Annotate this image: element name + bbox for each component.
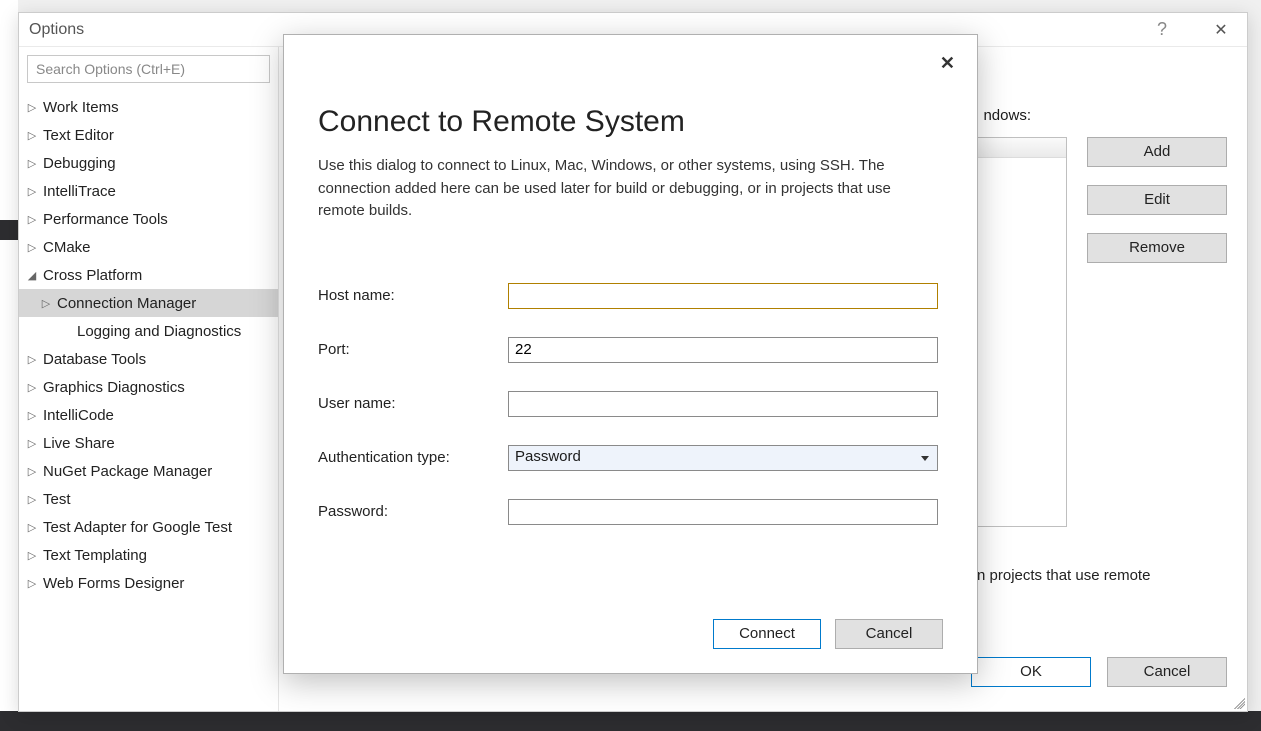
cancel-button[interactable]: Cancel [835, 619, 943, 649]
tree-item-label: Text Templating [43, 547, 147, 564]
connect-button[interactable]: Connect [713, 619, 821, 649]
connect-remote-dialog: ✕ Connect to Remote System Use this dial… [283, 34, 978, 674]
chevron-right-icon[interactable]: ▷ [25, 465, 39, 478]
tree-item-label: Test Adapter for Google Test [43, 519, 232, 536]
tree-item-cmake[interactable]: ▷ CMake [19, 233, 278, 261]
authtype-value: Password [515, 448, 581, 465]
options-left-column: ▷ Work Items ▷ Text Editor ▷ Debugging ▷ Intell… [19, 47, 279, 711]
tree-item-label: NuGet Package Manager [43, 463, 212, 480]
tree-item-label: Test [43, 491, 71, 508]
tree-item-cross-platform[interactable]: ◢ Cross Platform [19, 261, 278, 289]
tree-item-intellitrace[interactable]: ▷ IntelliTrace [19, 177, 278, 205]
authtype-label: Authentication type: [318, 449, 508, 466]
tree-item-label: IntelliTrace [43, 183, 116, 200]
chevron-right-icon[interactable]: ▷ [25, 129, 39, 142]
port-label: Port: [318, 341, 508, 358]
tree-item-performance-tools[interactable]: ▷ Performance Tools [19, 205, 278, 233]
chevron-right-icon[interactable]: ▷ [25, 409, 39, 422]
dialog-description: Use this dialog to connect to Linux, Mac… [318, 155, 928, 223]
close-icon[interactable]: ✕ [1203, 20, 1239, 40]
tree-item-label: Database Tools [43, 351, 146, 368]
tree-item-test-adapter-for-google-test[interactable]: ▷ Test Adapter for Google Test [19, 513, 278, 541]
tree-item-label: Work Items [43, 99, 119, 116]
tree-item-label: Live Share [43, 435, 115, 452]
tree-item-intellicode[interactable]: ▷ IntelliCode [19, 401, 278, 429]
chevron-down-icon[interactable]: ◢ [25, 269, 39, 282]
username-label: User name: [318, 395, 508, 412]
password-label: Password: [318, 503, 508, 520]
tree-item-text-templating[interactable]: ▷ Text Templating [19, 541, 278, 569]
tree-item-label: Logging and Diagnostics [77, 323, 241, 340]
help-icon[interactable]: ? [1151, 19, 1173, 40]
tree-item-nuget-package-manager[interactable]: ▷ NuGet Package Manager [19, 457, 278, 485]
chevron-right-icon[interactable]: ▷ [25, 493, 39, 506]
tree-item-label: Web Forms Designer [43, 575, 184, 592]
chevron-right-icon[interactable]: ▷ [25, 353, 39, 366]
search-input[interactable] [27, 55, 270, 83]
tree-item-label: Graphics Diagnostics [43, 379, 185, 396]
tree-item-logging-and-diagnostics[interactable]: Logging and Diagnostics [19, 317, 278, 345]
dialog-title: Connect to Remote System [318, 105, 943, 139]
resize-grip-icon[interactable] [1231, 695, 1245, 709]
password-input[interactable] [508, 499, 938, 525]
hostname-label: Host name: [318, 287, 508, 304]
chevron-right-icon[interactable]: ▷ [25, 213, 39, 226]
tree-item-label: IntelliCode [43, 407, 114, 424]
connection-list-label: ndows: [983, 107, 1031, 124]
tree-item-label: Cross Platform [43, 267, 142, 284]
chevron-right-icon[interactable]: ▷ [25, 101, 39, 114]
tree-item-label: Debugging [43, 155, 116, 172]
background-statusbar [0, 711, 1261, 731]
chevron-right-icon[interactable]: ▷ [39, 297, 53, 310]
tree-item-graphics-diagnostics[interactable]: ▷ Graphics Diagnostics [19, 373, 278, 401]
chevron-right-icon[interactable]: ▷ [25, 521, 39, 534]
tree-item-database-tools[interactable]: ▷ Database Tools [19, 345, 278, 373]
remove-button[interactable]: Remove [1087, 233, 1227, 263]
chevron-right-icon[interactable]: ▷ [25, 381, 39, 394]
add-button[interactable]: Add [1087, 137, 1227, 167]
tree-item-label: Performance Tools [43, 211, 168, 228]
ok-button[interactable]: OK [971, 657, 1091, 687]
tree-item-debugging[interactable]: ▷ Debugging [19, 149, 278, 177]
tree-item-live-share[interactable]: ▷ Live Share [19, 429, 278, 457]
tree-item-label: Connection Manager [57, 295, 196, 312]
background-dark-strip [0, 220, 18, 240]
chevron-right-icon[interactable]: ▷ [25, 437, 39, 450]
close-icon[interactable]: ✕ [940, 53, 955, 74]
tree-item-label: CMake [43, 239, 91, 256]
chevron-right-icon[interactable]: ▷ [25, 549, 39, 562]
authtype-select[interactable]: Password [508, 445, 938, 471]
edit-button[interactable]: Edit [1087, 185, 1227, 215]
tree-item-label: Text Editor [43, 127, 114, 144]
chevron-right-icon[interactable]: ▷ [25, 577, 39, 590]
hostname-input[interactable] [508, 283, 938, 309]
options-tree[interactable]: ▷ Work Items ▷ Text Editor ▷ Debugging ▷ Intell… [19, 91, 278, 711]
background-editor-gutter [0, 0, 18, 731]
tree-item-text-editor[interactable]: ▷ Text Editor [19, 121, 278, 149]
tree-item-work-items[interactable]: ▷ Work Items [19, 93, 278, 121]
chevron-right-icon[interactable]: ▷ [25, 185, 39, 198]
username-input[interactable] [508, 391, 938, 417]
tree-item-connection-manager[interactable]: ▷ Connection Manager [19, 289, 278, 317]
cancel-button[interactable]: Cancel [1107, 657, 1227, 687]
chevron-right-icon[interactable]: ▷ [25, 241, 39, 254]
options-title: Options [29, 21, 84, 39]
connection-manager-hint: n projects that use remote [977, 567, 1227, 584]
tree-item-test[interactable]: ▷ Test [19, 485, 278, 513]
chevron-right-icon[interactable]: ▷ [25, 157, 39, 170]
port-input[interactable] [508, 337, 938, 363]
tree-item-web-forms-designer[interactable]: ▷ Web Forms Designer [19, 569, 278, 597]
